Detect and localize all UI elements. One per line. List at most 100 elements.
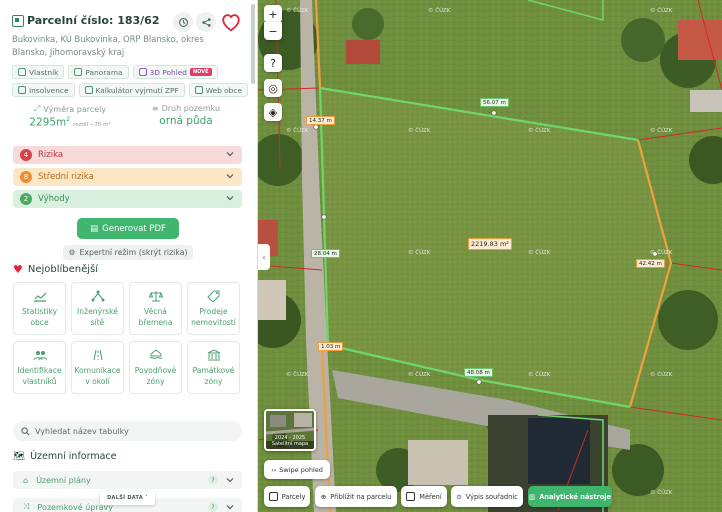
tile-property-sales[interactable]: Prodeje nemovitostí — [187, 282, 240, 335]
favorite-heart-icon[interactable] — [220, 11, 242, 33]
benefits-accordion[interactable]: 2 Výhody — [13, 190, 242, 208]
watermark: © ČÚZK — [528, 250, 551, 256]
parcel-title: Parcelní číslo: 183/62 — [27, 14, 160, 27]
tile-municipality-stats[interactable]: Statistiky obce — [13, 282, 66, 335]
locate-button[interactable]: ◎ — [264, 79, 282, 97]
help-badge[interactable]: ? — [208, 475, 218, 485]
swipe-view-button[interactable]: ‹› Swipe pohled — [264, 460, 330, 479]
tile-label: Identifikace vlastníků — [17, 365, 62, 386]
generate-pdf-button[interactable]: ▤ Generovat PDF — [77, 218, 179, 239]
collapse-sidebar-button[interactable]: ‹ — [258, 244, 270, 270]
edge-length-top: 56.07 m — [480, 98, 509, 107]
land-type-value: orná půda — [159, 115, 213, 127]
analytics-tools-button[interactable]: ▥ Analytické nástroje — [528, 486, 612, 507]
chip-label: Insolvence — [29, 85, 69, 95]
map-icon: 🗺 — [13, 451, 26, 462]
measure-button[interactable]: Měření — [401, 486, 447, 507]
pdf-icon: ▤ — [90, 223, 99, 234]
parcels-button[interactable]: Parcely — [264, 486, 310, 507]
analytics-icon: ▥ — [528, 492, 536, 501]
layers-button[interactable]: ◈ — [264, 103, 282, 121]
edge-length-bottom: 48.08 m — [464, 368, 493, 377]
share-icon — [201, 17, 211, 27]
satellite-layer-toggle[interactable]: 2024 - 2025 Satelitní mapa — [264, 409, 316, 451]
cube-icon — [138, 68, 147, 76]
toolbar-label: Výpis souřadnic — [465, 492, 518, 501]
tile-label: Statistiky obce — [21, 306, 58, 327]
chart-icon — [33, 292, 46, 302]
chevron-down-icon — [226, 196, 234, 201]
municipality-web-chip[interactable]: Web obce — [188, 83, 248, 97]
owner-chip[interactable]: Vlastník — [12, 65, 65, 79]
pin-icon: ⊙ — [456, 492, 462, 501]
new-badge: NOVÉ — [190, 68, 212, 76]
risk-count: 2 — [20, 193, 32, 205]
chevron-down-icon — [226, 478, 234, 483]
toolbar-label: Měření — [419, 492, 442, 501]
zoom-icon: ⊕ — [320, 492, 327, 501]
tile-owner-identification[interactable]: Identifikace vlastníků — [13, 341, 66, 394]
tile-label: Povodňové zóny — [134, 365, 177, 386]
favorites-heading: ♥ Nejoblíbenější — [13, 263, 98, 276]
insolvency-chip[interactable]: Insolvence — [12, 83, 75, 97]
expert-mode-label: Expertní režim (skrýt rizika) — [79, 248, 188, 257]
scale-icon — [18, 86, 26, 94]
list-icon: ≡ — [151, 104, 159, 113]
scales-icon — [148, 290, 163, 301]
share-button[interactable] — [196, 12, 216, 32]
generate-pdf-label: Generovat PDF — [102, 223, 166, 234]
help-badge[interactable]: ? — [208, 502, 218, 512]
chip-label: Vlastník — [29, 67, 59, 77]
risk-count: 4 — [20, 149, 32, 161]
area-difference: rozdíl −75 m² — [73, 121, 111, 128]
watermark: © ČÚZK — [528, 128, 551, 134]
medium-risks-accordion[interactable]: 8 Střední rizika — [13, 168, 242, 186]
watermark: © ČÚZK — [650, 490, 673, 496]
person-icon — [18, 68, 26, 76]
zoom-in-button[interactable]: + — [264, 5, 282, 23]
history-button[interactable] — [173, 12, 193, 32]
help-button[interactable]: ? — [264, 54, 282, 72]
chevron-left-icon: ‹ — [262, 252, 266, 262]
coordinates-list-button[interactable]: ⊙ Výpis souřadnic — [451, 486, 523, 507]
panorama-chip[interactable]: Panorama — [68, 65, 129, 79]
people-icon — [33, 350, 47, 360]
image-icon — [74, 68, 83, 76]
parcel-address: Bukovinka, KÚ Bukovinka, ORP Blansko, ok… — [12, 34, 204, 57]
table-search-input[interactable]: Vyhledat název tabulky — [13, 421, 242, 441]
risks-accordion[interactable]: 4 Rizika — [13, 146, 242, 164]
watermark: © ČÚZK — [528, 372, 551, 378]
chips-row-1: Vlastník Panorama 3D Pohled NOVÉ — [12, 65, 252, 79]
risk-label: Rizika — [38, 150, 64, 160]
tile-nearby-roads[interactable]: Komunikace v okolí — [71, 341, 124, 394]
zoom-out-button[interactable]: − — [264, 22, 282, 40]
ruler-icon — [406, 492, 416, 501]
tile-utility-networks[interactable]: Inženýrské sítě — [71, 282, 124, 335]
more-data-button[interactable]: DALŠÍ DATA ˅ — [100, 491, 155, 505]
accordion-label: Územní plány — [36, 475, 91, 485]
swipe-label: Swipe pohled — [279, 465, 323, 474]
favorites-title: Nejoblíbenější — [27, 264, 99, 275]
zpf-calculator-chip[interactable]: Kalkulátor vyjmutí ZPF — [78, 83, 185, 97]
locate-icon: ◎ — [268, 81, 278, 95]
toolbar-label: Analytické nástroje — [539, 492, 612, 501]
satellite-label: Satelitní mapa — [271, 441, 309, 447]
expert-mode-button[interactable]: ⚙ Expertní režim (skrýt rizika) — [63, 245, 193, 260]
zoom-to-parcel-button[interactable]: ⊕ Přiblížit na parcelu — [315, 486, 397, 507]
edge-length-left-top: 14.37 m — [306, 116, 335, 125]
tile-easements[interactable]: Věcná břemena — [129, 282, 182, 335]
3d-view-chip[interactable]: 3D Pohled NOVÉ — [132, 65, 218, 79]
monument-icon — [207, 348, 220, 360]
tile-heritage-zones[interactable]: Památkové zóny — [187, 341, 240, 394]
tile-flood-zones[interactable]: Povodňové zóny — [129, 341, 182, 394]
watermark: © ČÚZK — [408, 250, 431, 256]
edge-length-left-bottom: 1.03 m — [318, 342, 344, 351]
favorites-grid: Statistiky obce Inženýrské sítě Věcná bř… — [13, 282, 242, 394]
map-view[interactable]: © ČÚZK © ČÚZK © ČÚZK © ČÚZK © ČÚZK © ČÚZ… — [258, 0, 722, 512]
chip-label: Kalkulátor vyjmutí ZPF — [95, 85, 179, 95]
chip-label: Panorama — [85, 67, 123, 77]
zoning-plans-accordion[interactable]: ⌂ Územní plány ? — [13, 471, 242, 489]
watermark: © ČÚZK — [428, 8, 451, 14]
globe-icon — [194, 86, 203, 94]
calculator-icon — [84, 86, 93, 94]
